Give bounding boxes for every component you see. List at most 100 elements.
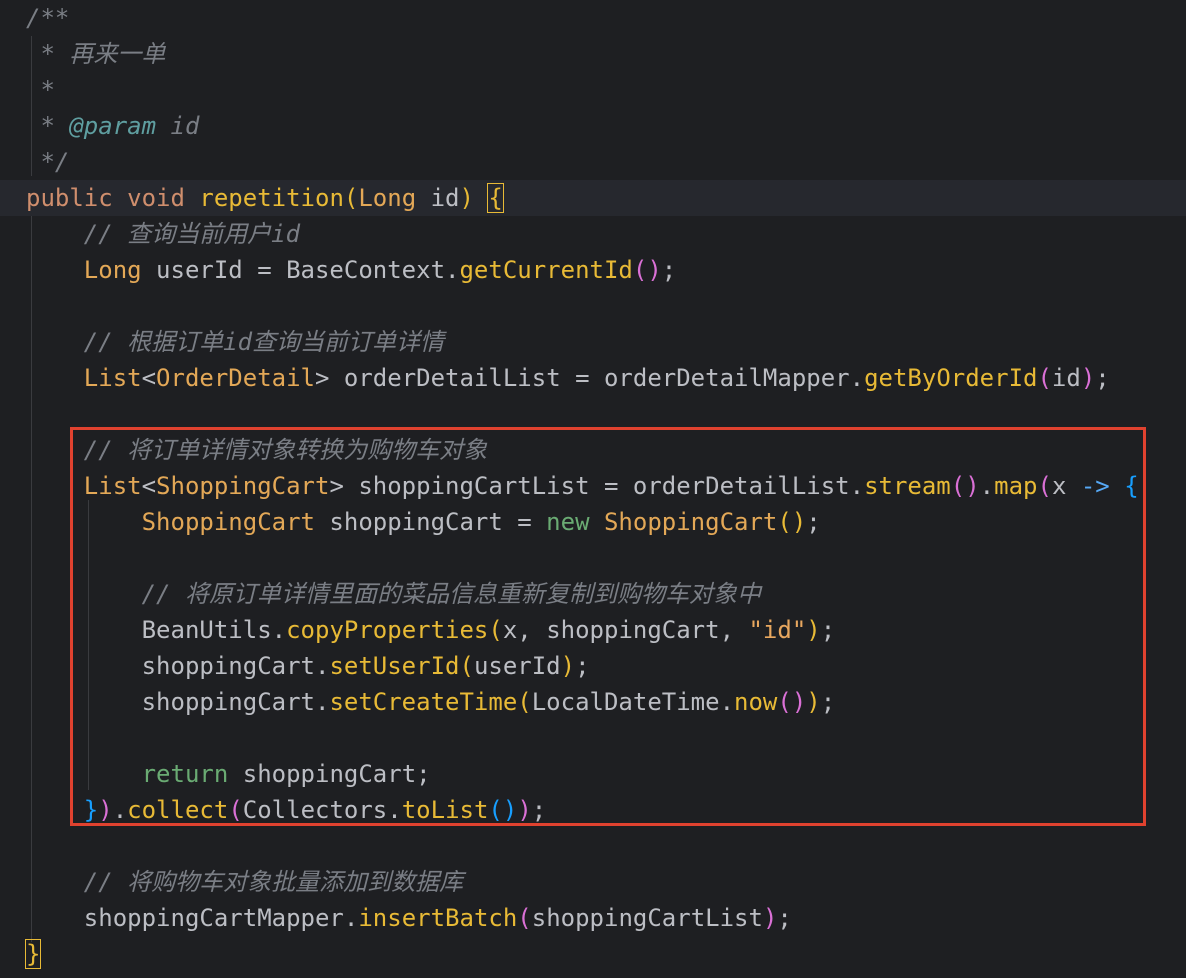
code-token: ;: [575, 652, 590, 680]
code-token: new: [546, 508, 590, 536]
code-token: setUserId: [329, 652, 460, 680]
code-line[interactable]: }).collect(Collectors.toList());: [0, 792, 1186, 828]
code-token: shoppingCart.: [26, 652, 330, 680]
code-token: (: [517, 688, 532, 716]
code-token: <: [141, 364, 157, 392]
code-token: (: [517, 904, 532, 932]
code-line[interactable]: List<OrderDetail> orderDetailList = orde…: [0, 360, 1186, 396]
code-line-text: return shoppingCart;: [26, 756, 431, 792]
code-token: <: [141, 472, 157, 500]
code-line[interactable]: ShoppingCart shoppingCart = new Shopping…: [0, 504, 1186, 540]
code-token: ): [98, 796, 113, 824]
code-token: ): [560, 652, 576, 680]
code-editor[interactable]: /** * 再来一单 * * @param id */ public void r…: [0, 0, 1186, 978]
code-token: return: [141, 760, 229, 788]
code-line[interactable]: // 将订单详情对象转换为购物车对象: [0, 432, 1186, 468]
code-line-text: // 查询当前用户id: [26, 216, 300, 252]
code-line-text: ShoppingCart shoppingCart = new Shopping…: [26, 504, 821, 540]
code-token: ;: [820, 616, 836, 644]
code-token: ): [459, 184, 474, 212]
code-token: .: [112, 796, 128, 824]
code-line[interactable]: */: [0, 144, 1186, 180]
code-line[interactable]: [0, 288, 1186, 324]
code-token: (): [777, 688, 807, 716]
code-token: ): [806, 616, 821, 644]
code-line-text: BeanUtils.copyProperties(x, shoppingCart…: [26, 612, 836, 648]
code-line-text: * 再来一单: [26, 36, 165, 72]
code-line[interactable]: [0, 720, 1186, 756]
code-line[interactable]: * 再来一单: [0, 36, 1186, 72]
code-token: x, shoppingCart,: [502, 616, 749, 644]
code-token: (: [459, 652, 474, 680]
code-line[interactable]: shoppingCart.setCreateTime(LocalDateTime…: [0, 684, 1186, 720]
code-line[interactable]: [0, 396, 1186, 432]
code-token: .: [979, 472, 995, 500]
code-line-text: // 根据订单id查询当前订单详情: [26, 324, 444, 360]
code-line[interactable]: [0, 828, 1186, 864]
code-token: *: [26, 76, 55, 104]
code-token: ;: [777, 904, 792, 932]
code-token: ): [762, 904, 778, 932]
code-line-text: // 将订单详情对象转换为购物车对象: [26, 432, 487, 468]
code-line-text: */: [26, 144, 69, 180]
code-token: (: [228, 796, 243, 824]
code-line[interactable]: List<ShoppingCart> shoppingCartList = or…: [0, 468, 1186, 504]
code-token: @param: [69, 112, 157, 140]
code-token: copyProperties: [286, 616, 489, 644]
code-token: */: [26, 148, 70, 176]
code-token: public: [26, 184, 113, 212]
code-token: now: [734, 688, 778, 716]
code-token: map: [994, 472, 1038, 500]
code-token: ;: [531, 796, 547, 824]
code-token: "id": [748, 616, 807, 644]
code-token: // 将原订单详情里面的菜品信息重新复制到购物车对象中: [26, 580, 761, 608]
code-line-text: Long userId = BaseContext.getCurrentId()…: [26, 252, 676, 288]
code-token: shoppingCartMapper.: [26, 904, 359, 932]
code-token: // 根据订单id查询当前订单详情: [26, 328, 445, 356]
code-token: ): [806, 688, 821, 716]
code-line[interactable]: /**: [0, 0, 1186, 36]
code-token: id: [156, 112, 200, 140]
code-token: ShoppingCart: [603, 508, 778, 536]
code-token: }: [24, 939, 42, 969]
code-line[interactable]: * @param id: [0, 108, 1186, 144]
code-line[interactable]: shoppingCart.setUserId(userId);: [0, 648, 1186, 684]
code-line[interactable]: *: [0, 72, 1186, 108]
code-line[interactable]: shoppingCartMapper.insertBatch(shoppingC…: [0, 900, 1186, 936]
code-token: ;: [806, 508, 821, 536]
code-token: ): [517, 796, 532, 824]
code-line[interactable]: [0, 540, 1186, 576]
code-token: ;: [820, 688, 836, 716]
code-token: {: [487, 183, 504, 213]
code-line[interactable]: Long userId = BaseContext.getCurrentId()…: [0, 252, 1186, 288]
code-line[interactable]: // 查询当前用户id: [0, 216, 1186, 252]
code-token: ShoppingCart: [156, 472, 330, 500]
code-line[interactable]: // 将购物车对象批量添加到数据库: [0, 864, 1186, 900]
code-line[interactable]: public void repetition(Long id) {: [0, 180, 1186, 216]
code-line[interactable]: BeanUtils.copyProperties(x, shoppingCart…: [0, 612, 1186, 648]
code-token: shoppingCart.: [26, 688, 330, 716]
code-token: BeanUtils.: [26, 616, 287, 644]
code-line[interactable]: return shoppingCart;: [0, 756, 1186, 792]
code-token: }: [83, 796, 99, 824]
code-token: * 再来一单: [26, 40, 166, 68]
code-token: List: [83, 472, 142, 500]
code-token: Long: [358, 184, 417, 212]
code-line[interactable]: // 根据订单id查询当前订单详情: [0, 324, 1186, 360]
code-token: /**: [26, 4, 70, 32]
code-token: > shoppingCartList = orderDetailList.: [329, 472, 865, 500]
code-line[interactable]: // 将原订单详情里面的菜品信息重新复制到购物车对象中: [0, 576, 1186, 612]
code-token: id: [1051, 364, 1081, 392]
code-token: (: [1037, 364, 1052, 392]
code-token: // 将购物车对象批量添加到数据库: [26, 868, 464, 896]
code-token: (): [488, 796, 518, 824]
code-token: userId = BaseContext.: [141, 256, 460, 284]
code-token: getCurrentId: [459, 256, 633, 284]
code-line[interactable]: }: [0, 936, 1186, 972]
